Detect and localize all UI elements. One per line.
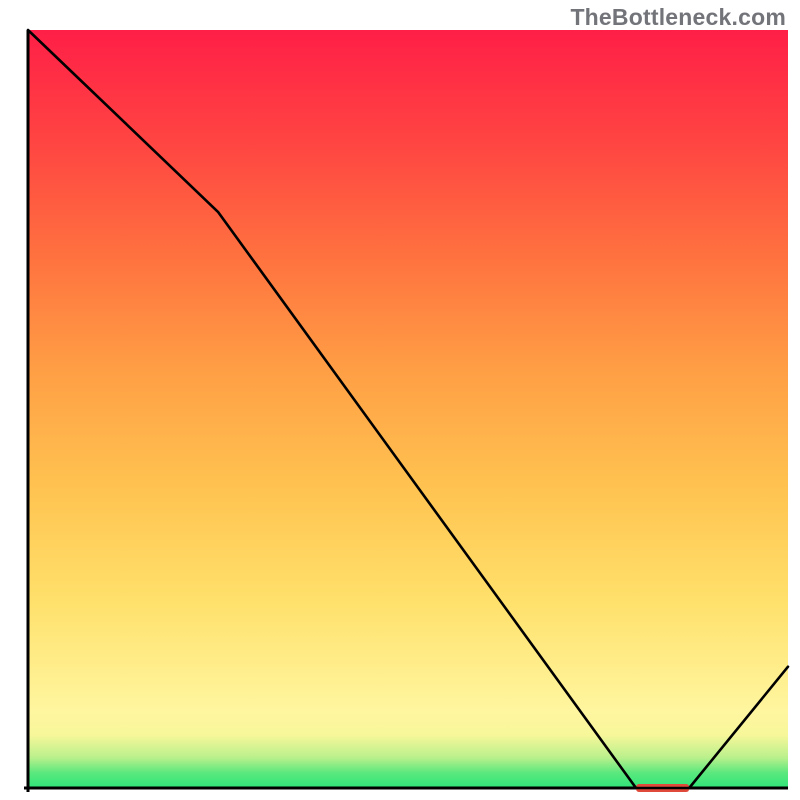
chart-frame: TheBottleneck.com bbox=[0, 0, 800, 800]
watermark-label: TheBottleneck.com bbox=[570, 4, 786, 31]
plot-background bbox=[28, 30, 788, 788]
chart-canvas bbox=[0, 0, 800, 800]
